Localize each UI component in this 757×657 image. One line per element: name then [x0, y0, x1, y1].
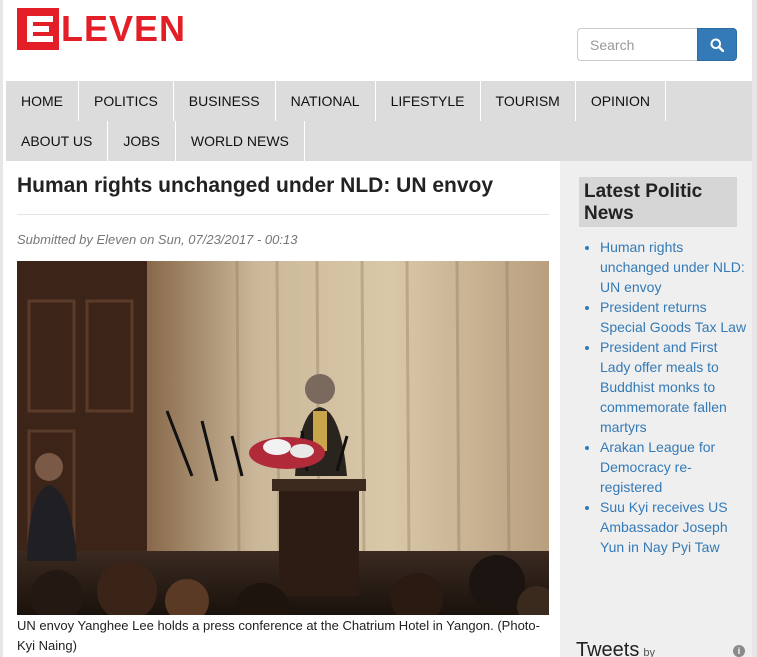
info-icon[interactable]: i	[733, 645, 745, 657]
article: Human rights unchanged under NLD: UN env…	[17, 161, 549, 656]
article-title: Human rights unchanged under NLD: UN env…	[17, 161, 549, 215]
news-link[interactable]: Suu Kyi receives US Ambassador Joseph Yu…	[600, 499, 728, 555]
search-icon	[710, 38, 724, 52]
logo-text: LEVEN	[61, 8, 187, 49]
list-item[interactable]: Arakan League for Democracy re-registere…	[600, 437, 750, 497]
nav-about-us[interactable]: ABOUT US	[6, 121, 109, 161]
news-link[interactable]: President returns Special Goods Tax Law	[600, 299, 746, 335]
tweets-label: Tweets	[576, 639, 640, 657]
nav-politics[interactable]: POLITICS	[79, 81, 174, 121]
list-item[interactable]: Suu Kyi receives US Ambassador Joseph Yu…	[600, 497, 750, 557]
nav-business[interactable]: BUSINESS	[174, 81, 276, 121]
nav-world-news[interactable]: WORLD NEWS	[176, 121, 305, 161]
nav-opinion[interactable]: OPINION	[576, 81, 666, 121]
tweets-by: by	[643, 647, 655, 657]
list-item[interactable]: Human rights unchanged under NLD: UN env…	[600, 237, 750, 297]
logo-mark	[17, 8, 59, 50]
news-link[interactable]: President and First Lady offer meals to …	[600, 339, 727, 435]
tweets-widget-title: Tweets by	[576, 639, 655, 657]
news-link[interactable]: Human rights unchanged under NLD: UN env…	[600, 239, 745, 295]
sidebar: Latest Politic News Human rights unchang…	[560, 161, 752, 657]
latest-news-list: Human rights unchanged under NLD: UN env…	[600, 237, 750, 557]
nav-tourism[interactable]: TOURISM	[481, 81, 576, 121]
site-logo[interactable]: LEVEN	[17, 8, 186, 50]
article-submitted: Submitted by Eleven on Sun, 07/23/2017 -…	[17, 232, 298, 247]
page: LEVEN HOME POLITICS BUSINESS NATIONAL LI…	[3, 0, 752, 657]
nav-national[interactable]: NATIONAL	[276, 81, 376, 121]
article-photo	[17, 261, 549, 615]
nav-lifestyle[interactable]: LIFESTYLE	[376, 81, 481, 121]
press-conference-image	[17, 261, 549, 615]
nav-home[interactable]: HOME	[6, 81, 79, 121]
nav-row-2: ABOUT US JOBS WORLD NEWS	[6, 121, 752, 161]
sidebar-heading: Latest Politic News	[579, 177, 737, 227]
list-item[interactable]: President returns Special Goods Tax Law	[600, 297, 750, 337]
nav-jobs[interactable]: JOBS	[108, 121, 176, 161]
nav-row-1: HOME POLITICS BUSINESS NATIONAL LIFESTYL…	[6, 81, 752, 121]
list-item[interactable]: President and First Lady offer meals to …	[600, 337, 750, 437]
search-button[interactable]	[697, 28, 737, 61]
search-input[interactable]	[577, 28, 697, 61]
search-form	[577, 28, 737, 61]
photo-caption: UN envoy Yanghee Lee holds a press confe…	[17, 618, 540, 653]
main-nav: HOME POLITICS BUSINESS NATIONAL LIFESTYL…	[6, 81, 752, 161]
news-link[interactable]: Arakan League for Democracy re-registere…	[600, 439, 715, 495]
